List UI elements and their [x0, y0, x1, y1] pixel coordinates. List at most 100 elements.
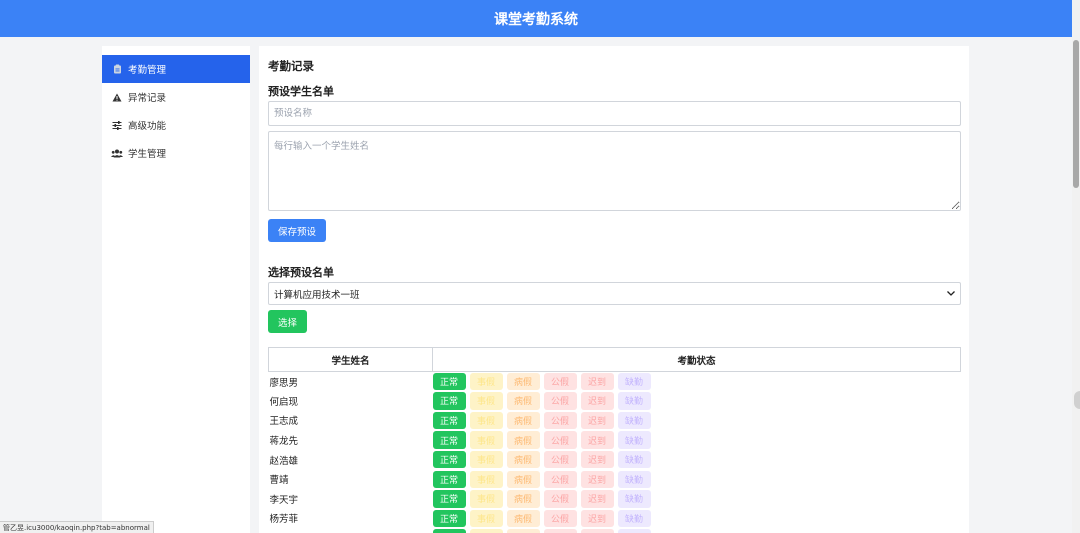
- table-row: 吴展腾正常事假病假公假迟到缺勤: [269, 528, 961, 533]
- status-official-leave-button[interactable]: 公假: [543, 392, 577, 410]
- status-normal-button[interactable]: 正常: [432, 431, 466, 449]
- status-personal-leave-button[interactable]: 事假: [469, 372, 503, 391]
- status-official-leave-button[interactable]: 公假: [543, 431, 577, 449]
- status-absent-button[interactable]: 缺勤: [617, 411, 651, 430]
- sidebar: 考勤管理 异常记录 高级功能 学生管理: [102, 46, 250, 533]
- status-cell: 正常事假病假公假迟到缺勤: [432, 489, 961, 509]
- page-title: 考勤记录: [268, 59, 314, 73]
- student-name: 李天宇: [269, 494, 299, 506]
- status-official-leave-button[interactable]: 公假: [543, 411, 577, 430]
- status-normal-button[interactable]: 正常: [432, 470, 466, 489]
- student-names-textarea[interactable]: [268, 131, 961, 211]
- status-absent-button[interactable]: 缺勤: [617, 470, 651, 489]
- status-late-button[interactable]: 迟到: [580, 392, 614, 410]
- status-normal-button[interactable]: 正常: [432, 490, 466, 508]
- status-late-button[interactable]: 迟到: [580, 490, 614, 508]
- status-sick-leave-button[interactable]: 病假: [506, 411, 540, 430]
- status-personal-leave-button[interactable]: 事假: [469, 392, 503, 410]
- status-late-button[interactable]: 迟到: [580, 411, 614, 430]
- status-late-button[interactable]: 迟到: [580, 372, 614, 391]
- status-sick-leave-button[interactable]: 病假: [506, 431, 540, 449]
- status-official-leave-button[interactable]: 公假: [543, 529, 577, 533]
- status-absent-button[interactable]: 缺勤: [617, 529, 651, 533]
- sidebar-item-students[interactable]: 学生管理: [102, 139, 250, 167]
- status-official-leave-button[interactable]: 公假: [543, 470, 577, 489]
- status-personal-leave-button[interactable]: 事假: [469, 509, 503, 528]
- status-cell: 正常事假病假公假迟到缺勤: [432, 372, 961, 392]
- table-row: 李天宇 正常 事假 病假 公假 迟到 缺勤: [269, 489, 961, 509]
- status-official-leave-button[interactable]: 公假: [543, 372, 577, 391]
- status-sick-leave-button[interactable]: 病假: [506, 392, 540, 410]
- side-handle[interactable]: [1074, 391, 1080, 409]
- preset-select[interactable]: 计算机应用技术一班: [268, 282, 961, 305]
- status-cell: 正常事假病假公假迟到缺勤: [432, 528, 961, 533]
- status-absent-button[interactable]: 缺勤: [617, 431, 651, 449]
- table-row: 何启现 正常 事假 病假 公假 迟到 缺勤: [269, 391, 961, 411]
- status-late-button[interactable]: 迟到: [580, 450, 614, 469]
- status-late-button[interactable]: 迟到: [580, 470, 614, 489]
- page-scrollbar[interactable]: [1072, 0, 1080, 533]
- status-absent-button[interactable]: 缺勤: [617, 490, 651, 508]
- status-button-group: 正常事假病假公假迟到缺勤: [432, 450, 961, 469]
- status-personal-leave-button[interactable]: 事假: [469, 470, 503, 489]
- sidebar-item-advanced[interactable]: 高级功能: [102, 111, 250, 139]
- student-name: 赵浩雄: [269, 455, 299, 467]
- status-late-button[interactable]: 迟到: [580, 529, 614, 533]
- status-absent-button[interactable]: 缺勤: [617, 509, 651, 528]
- sidebar-item-label: 异常记录: [128, 93, 167, 104]
- users-icon: [111, 147, 123, 159]
- student-name: 蒋龙先: [269, 436, 299, 448]
- status-personal-leave-button[interactable]: 事假: [469, 450, 503, 469]
- status-sick-leave-button[interactable]: 病假: [506, 509, 540, 528]
- status-sick-leave-button[interactable]: 病假: [506, 450, 540, 469]
- status-normal-button[interactable]: 正常: [432, 529, 466, 533]
- student-name: 杨芳菲: [269, 514, 299, 526]
- save-preset-button[interactable]: 保存预设: [268, 219, 327, 242]
- main-panel: 考勤记录 预设学生名单 保存预设 选择预设名单 计算机应用技术一班 选择 学生姓…: [259, 46, 969, 533]
- table-row: 赵浩雄 正常 事假 病假 公假 迟到 缺勤: [269, 450, 961, 470]
- status-button-group: 正常事假病假公假迟到缺勤: [432, 490, 961, 508]
- status-cell: 正常事假病假公假迟到缺勤: [432, 391, 961, 411]
- status-absent-button[interactable]: 缺勤: [617, 450, 651, 469]
- status-personal-leave-button[interactable]: 事假: [469, 529, 503, 533]
- status-sick-leave-button[interactable]: 病假: [506, 470, 540, 489]
- student-name: 曹靖: [269, 475, 289, 487]
- chevron-down-icon: [947, 289, 955, 298]
- status-personal-leave-button[interactable]: 事假: [469, 411, 503, 430]
- column-header-name: 学生姓名: [268, 347, 433, 372]
- status-late-button[interactable]: 迟到: [580, 431, 614, 449]
- sidebar-item-label: 学生管理: [128, 149, 167, 160]
- status-cell: 正常事假病假公假迟到缺勤: [432, 411, 961, 431]
- sidebar-item-label: 高级功能: [128, 121, 167, 132]
- status-official-leave-button[interactable]: 公假: [543, 450, 577, 469]
- status-normal-button[interactable]: 正常: [432, 450, 466, 469]
- student-name: 王志成: [269, 416, 299, 428]
- status-personal-leave-button[interactable]: 事假: [469, 431, 503, 449]
- status-sick-leave-button[interactable]: 病假: [506, 372, 540, 391]
- status-sick-leave-button[interactable]: 病假: [506, 490, 540, 508]
- student-name: 廖思男: [269, 377, 299, 389]
- scrollbar-thumb[interactable]: [1073, 40, 1079, 188]
- status-cell: 正常事假病假公假迟到缺勤: [432, 450, 961, 470]
- status-official-leave-button[interactable]: 公假: [543, 509, 577, 528]
- status-personal-leave-button[interactable]: 事假: [469, 490, 503, 508]
- status-normal-button[interactable]: 正常: [432, 509, 466, 528]
- status-absent-button[interactable]: 缺勤: [617, 392, 651, 410]
- status-absent-button[interactable]: 缺勤: [617, 372, 651, 391]
- warning-icon: [111, 91, 123, 103]
- status-normal-button[interactable]: 正常: [432, 392, 466, 410]
- sidebar-item-attendance[interactable]: 考勤管理: [102, 55, 250, 83]
- status-sick-leave-button[interactable]: 病假: [506, 529, 540, 533]
- preset-name-input[interactable]: [268, 101, 961, 126]
- sidebar-item-abnormal[interactable]: 异常记录: [102, 83, 250, 111]
- status-normal-button[interactable]: 正常: [432, 411, 466, 430]
- select-section-title: 选择预设名单: [268, 266, 334, 279]
- status-button-group: 正常事假病假公假迟到缺勤: [432, 470, 961, 489]
- status-official-leave-button[interactable]: 公假: [543, 490, 577, 508]
- status-button-group: 正常事假病假公假迟到缺勤: [432, 392, 961, 410]
- status-normal-button[interactable]: 正常: [432, 372, 466, 391]
- status-button-group: 正常事假病假公假迟到缺勤: [432, 372, 961, 391]
- select-preset-button[interactable]: 选择: [268, 310, 308, 333]
- app-title: 课堂考勤系统: [494, 11, 578, 28]
- status-late-button[interactable]: 迟到: [580, 509, 614, 528]
